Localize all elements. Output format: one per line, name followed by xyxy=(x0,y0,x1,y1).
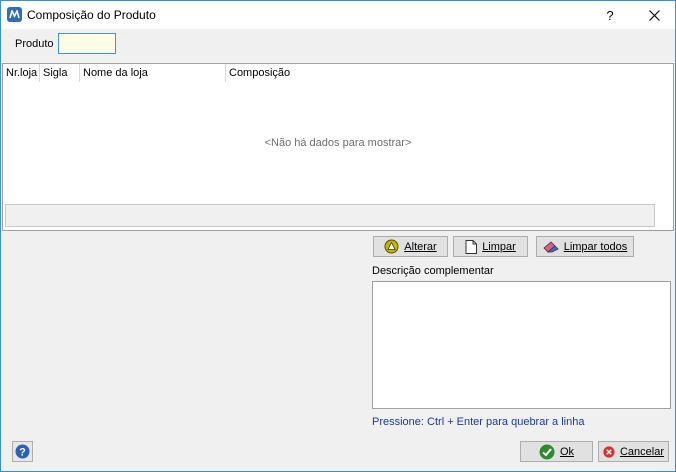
limpar-todos-label: Limpar todos xyxy=(563,240,628,253)
triangle-up-icon xyxy=(384,239,399,254)
column-header-nome-da-loja[interactable]: Nome da loja xyxy=(80,64,226,82)
cancelar-button[interactable]: Cancelar xyxy=(598,441,669,462)
column-header-composicao[interactable]: Composição xyxy=(226,64,426,82)
eraser-icon xyxy=(543,240,559,253)
title-bar: Composição do Produto ? xyxy=(1,1,675,29)
limpar-todos-button[interactable]: Limpar todos xyxy=(536,236,634,257)
descricao-complementar-textarea[interactable] xyxy=(372,281,671,409)
alterar-button[interactable]: Alterar xyxy=(373,236,448,257)
app-logo-icon xyxy=(7,7,22,22)
alterar-label: Alterar xyxy=(404,240,437,253)
close-button[interactable] xyxy=(633,1,675,29)
column-header-sigla[interactable]: Sigla xyxy=(40,64,80,82)
help-icon: ? xyxy=(15,444,30,459)
check-icon xyxy=(539,444,555,459)
grid-header: Nr.loja Sigla Nome da loja Composição xyxy=(3,64,673,84)
dialog-window: Composição do Produto ? Produto Nr.loja … xyxy=(0,0,676,472)
limpar-label: Limpar xyxy=(482,240,516,253)
cancel-icon xyxy=(603,445,615,458)
window-title: Composição do Produto xyxy=(27,8,156,22)
title-help-button[interactable]: ? xyxy=(599,4,621,26)
ok-label: Ok xyxy=(559,445,575,458)
produto-label: Produto xyxy=(15,38,54,50)
help-button[interactable]: ? xyxy=(12,441,33,462)
lojas-grid[interactable]: Nr.loja Sigla Nome da loja Composição <N… xyxy=(2,63,674,231)
limpar-button[interactable]: Limpar xyxy=(453,236,528,257)
grid-footer-bar xyxy=(5,204,655,227)
column-header-nr-loja[interactable]: Nr.loja xyxy=(3,64,40,82)
descricao-complementar-label: Descrição complementar xyxy=(372,265,494,277)
ok-button[interactable]: Ok xyxy=(520,441,593,462)
grid-empty-message: <Não há dados para mostrar> xyxy=(264,137,412,149)
svg-text:?: ? xyxy=(19,447,26,459)
close-icon xyxy=(648,9,660,21)
line-break-hint: Pressione: Ctrl + Enter para quebrar a l… xyxy=(372,416,585,428)
produto-input[interactable] xyxy=(58,33,116,54)
cancelar-label: Cancelar xyxy=(619,445,664,458)
blank-page-icon xyxy=(465,239,478,254)
